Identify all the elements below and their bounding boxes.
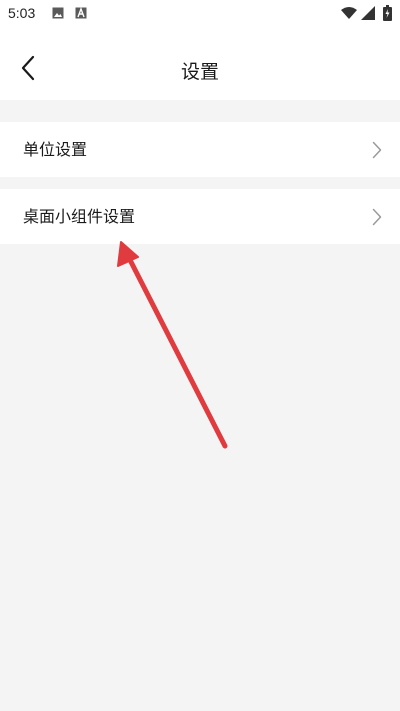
chevron-right-icon <box>372 141 382 159</box>
header: 设置 <box>0 30 400 100</box>
settings-list: 单位设置 桌面小组件设置 <box>0 122 400 244</box>
page-title: 设置 <box>180 61 219 83</box>
settings-item-label: 桌面小组件设置 <box>23 207 136 226</box>
signal-icon <box>361 6 375 20</box>
chevron-right-icon <box>372 208 382 226</box>
a-letter-icon <box>75 7 87 19</box>
status-time: 5:03 <box>8 5 36 21</box>
settings-item-units[interactable]: 单位设置 <box>0 122 400 177</box>
settings-item-label: 单位设置 <box>23 140 88 159</box>
wifi-icon <box>341 7 357 19</box>
settings-item-desktop-widget[interactable]: 桌面小组件设置 <box>0 189 400 244</box>
battery-icon <box>383 5 392 21</box>
image-icon <box>52 7 64 19</box>
status-bar: 5:03 <box>0 0 400 30</box>
annotation-arrow <box>117 241 228 449</box>
